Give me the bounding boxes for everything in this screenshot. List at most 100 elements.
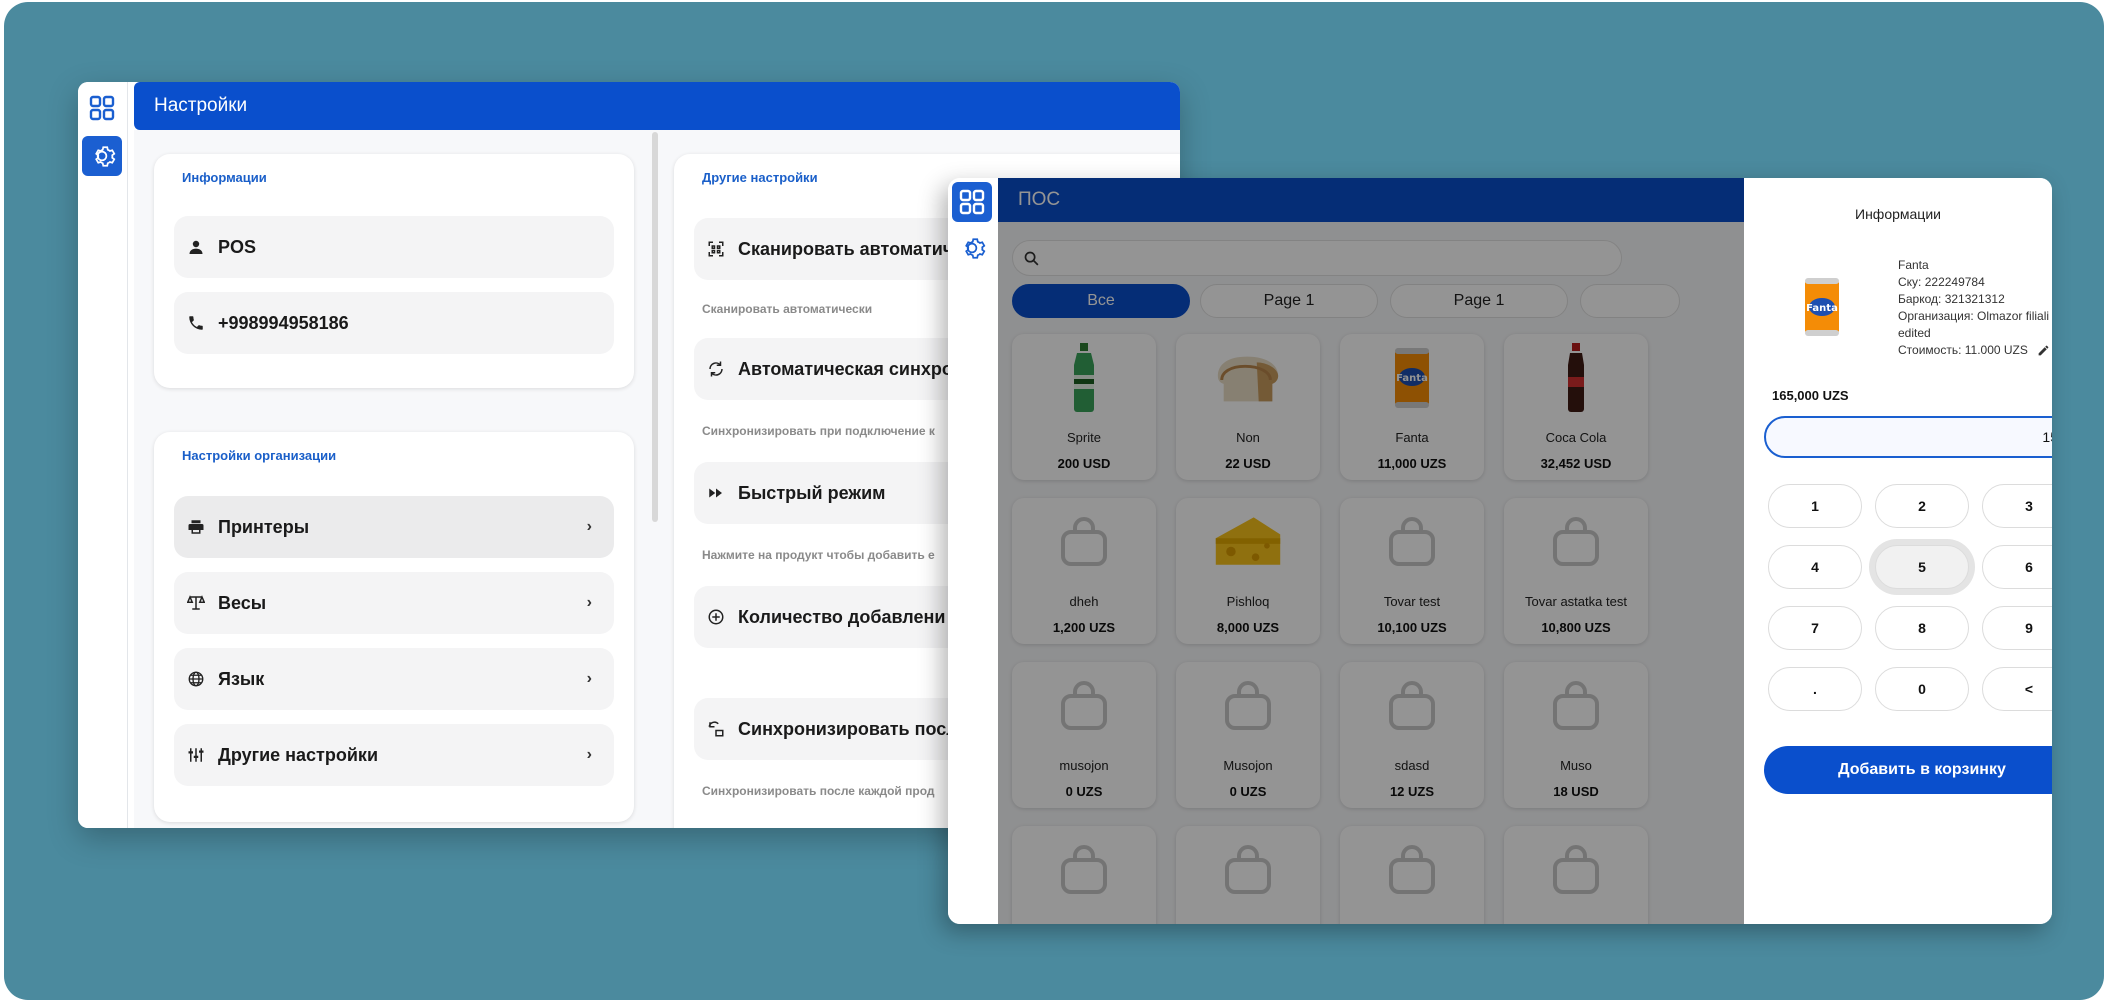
product-price: 1,200 UZS — [1052, 620, 1116, 635]
keypad-key[interactable]: 7 — [1768, 606, 1862, 650]
language-item[interactable]: Язык › — [174, 648, 614, 710]
scrollbar[interactable] — [652, 132, 658, 522]
product-name: Non — [1236, 430, 1260, 445]
product-card[interactable]: Tovar test 10,100 UZS — [1340, 498, 1484, 644]
phone-icon — [186, 313, 206, 333]
product-card[interactable] — [1340, 826, 1484, 924]
pos-window: ПОС Все Page 1 Page 1 Sprite 200 USD Non 22… — [948, 178, 2052, 924]
product-name: Fanta — [1395, 430, 1429, 445]
chevron-right-icon: › — [586, 594, 592, 611]
product-card[interactable]: Coca Cola 32,452 USD — [1504, 334, 1648, 480]
chevron-right-icon: › — [586, 518, 592, 535]
other-settings-item[interactable]: Другие настройки › — [174, 724, 614, 786]
keypad-key[interactable]: < — [1982, 667, 2052, 711]
settings-nav-button[interactable] — [82, 136, 122, 176]
product-price: 18 USD — [1553, 784, 1599, 799]
keypad-key[interactable]: 5 — [1875, 545, 1969, 589]
product-sku: Ску: 222249784 — [1898, 275, 1985, 289]
tab-all[interactable]: Все — [1012, 284, 1190, 318]
tab-partial[interactable] — [1580, 284, 1680, 318]
keypad-key[interactable]: 8 — [1875, 606, 1969, 650]
bag-icon — [1048, 834, 1120, 906]
edit-icon[interactable] — [2037, 344, 2050, 357]
keypad-key[interactable]: 1 — [1768, 484, 1862, 528]
product-name: sdasd — [1394, 758, 1430, 773]
product-card[interactable] — [1012, 826, 1156, 924]
product-card[interactable]: dheh 1,200 UZS — [1012, 498, 1156, 644]
auto-sync-label: Автоматическая синхро — [738, 358, 953, 379]
svg-text:Fanta: Fanta — [1396, 373, 1428, 384]
printers-item[interactable]: Принтеры › — [174, 496, 614, 558]
keypad-key[interactable]: 6 — [1982, 545, 2052, 589]
product-image — [1212, 342, 1284, 414]
bag-icon — [1212, 670, 1284, 742]
product-card[interactable]: Musojon 0 UZS — [1176, 662, 1320, 808]
bag-icon — [1048, 670, 1120, 742]
product-card[interactable] — [1504, 826, 1648, 924]
phone-number: +998994958186 — [218, 312, 349, 333]
tab-page-1-second[interactable]: Page 1 — [1390, 284, 1568, 318]
product-card[interactable]: Muso 18 USD — [1504, 662, 1648, 808]
product-card[interactable]: Pishloq 8,000 UZS — [1176, 498, 1320, 644]
keypad-key[interactable]: . — [1768, 667, 1862, 711]
product-card[interactable] — [1176, 826, 1320, 924]
language-label: Язык — [218, 668, 265, 689]
product-organization: Организация: Olmazor filiali — [1898, 309, 2050, 323]
printers-label: Принтеры — [218, 516, 310, 537]
product-price: 10,800 UZS — [1541, 620, 1611, 635]
product-name: dheh — [1069, 594, 1099, 609]
keypad-key[interactable]: 9 — [1982, 606, 2052, 650]
product-card[interactable]: sdasd 12 UZS — [1340, 662, 1484, 808]
quantity-value: 15 — [2042, 429, 2052, 445]
gear-icon — [965, 238, 986, 259]
phone-row: +998994958186 — [174, 292, 614, 354]
product-cost: Стоимость: 11.000 UZS — [1898, 343, 2028, 357]
product-name: Sprite — [1067, 430, 1101, 445]
product-image: Fanta — [1802, 276, 1842, 338]
product-price: 0 UZS — [1065, 784, 1103, 799]
product-card[interactable]: Sprite 200 USD — [1012, 334, 1156, 480]
quantity-input[interactable]: 15 — [1764, 416, 2052, 458]
tab-page-1[interactable]: Page 1 — [1200, 284, 1378, 318]
other-settings-label: Другие настройки — [218, 744, 379, 765]
product-name: Fanta — [1898, 258, 1929, 272]
product-card[interactable]: Fanta Fanta 11,000 UZS — [1340, 334, 1484, 480]
pos-settings-nav-button[interactable] — [952, 228, 992, 268]
product-name: Tovar astatka test — [1525, 594, 1627, 609]
sync-icon — [706, 359, 726, 379]
bag-icon — [1376, 834, 1448, 906]
keypad-key[interactable]: 0 — [1875, 667, 1969, 711]
product-organization-cont: edited — [1898, 326, 1931, 340]
product-name: Muso — [1560, 758, 1592, 773]
org-section-title: Настройки организации — [182, 448, 337, 463]
product-card[interactable]: musojon 0 UZS — [1012, 662, 1156, 808]
scales-item[interactable]: Весы › — [174, 572, 614, 634]
add-to-cart-button[interactable]: Добавить в корзинку — [1764, 746, 2052, 794]
auto-scan-hint: Сканировать автоматически — [702, 302, 873, 316]
product-card[interactable]: Non 22 USD — [1176, 334, 1320, 480]
product-price: 22 USD — [1225, 456, 1271, 471]
bag-icon — [1376, 670, 1448, 742]
auto-scan-label: Сканировать автоматич — [738, 238, 954, 259]
pos-dashboard-nav-button[interactable] — [952, 182, 992, 222]
org-settings-card: Настройки организации Принтеры › Весы › … — [154, 432, 634, 822]
keypad-key[interactable]: 4 — [1768, 545, 1862, 589]
screenshot-frame: Настройки Информации POS +998994958186 Н… — [4, 2, 2104, 1000]
grid-icon — [89, 95, 115, 121]
bag-icon — [1212, 834, 1284, 906]
fast-mode-hint: Нажмите на продукт чтобы добавить е — [702, 548, 935, 562]
person-icon — [186, 237, 206, 257]
keypad-key[interactable]: 3 — [1982, 484, 2052, 528]
chevron-right-icon: › — [586, 746, 592, 763]
keypad-key[interactable]: 2 — [1875, 484, 1969, 528]
product-card[interactable]: Tovar astatka test 10,800 UZS — [1504, 498, 1648, 644]
dashboard-nav-button[interactable] — [82, 88, 122, 128]
sync-after-sale-label: Синхронизировать посл — [738, 718, 958, 739]
other-section-title: Другие настройки — [702, 170, 818, 185]
search-input[interactable] — [1012, 240, 1622, 276]
product-name: musojon — [1059, 758, 1109, 773]
scale-icon — [186, 593, 206, 613]
plus-circle-icon — [706, 607, 726, 627]
product-name: Tovar test — [1383, 594, 1441, 609]
product-price: 10,100 UZS — [1377, 620, 1447, 635]
